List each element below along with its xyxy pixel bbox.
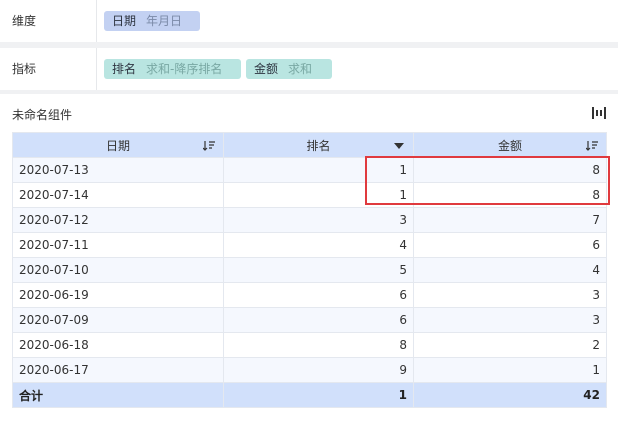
- field-name: 日期: [112, 14, 137, 28]
- cell-amount: 7: [413, 207, 607, 233]
- cell-amount: 2: [413, 332, 607, 358]
- column-header-amount[interactable]: 金额: [413, 132, 607, 158]
- column-label: 排名: [306, 138, 331, 153]
- cell-date: 2020-07-10: [12, 257, 224, 283]
- column-header-date[interactable]: 日期: [12, 132, 224, 158]
- cell-rank: 6: [223, 282, 414, 308]
- metric-field-amount[interactable]: 金额 求和: [246, 59, 332, 79]
- field-aggregation: 求和-降序排名: [146, 62, 223, 76]
- cell-rank: 1: [223, 157, 414, 183]
- chart-settings-icon[interactable]: [592, 107, 606, 119]
- dropdown-icon[interactable]: [393, 140, 405, 151]
- cell-date: 2020-06-19: [12, 282, 224, 308]
- table-row: 2020-07-12 3 7: [12, 207, 607, 233]
- cell-rank: 1: [223, 182, 414, 208]
- cell-amount: 8: [413, 182, 607, 208]
- total-row: 合计 1 42: [12, 382, 607, 408]
- cell-rank: 8: [223, 332, 414, 358]
- cell-rank: 5: [223, 257, 414, 283]
- widget-title: 未命名组件: [12, 108, 73, 122]
- column-header-rank[interactable]: 排名: [223, 132, 414, 158]
- total-rank: 1: [223, 382, 414, 408]
- cell-amount: 4: [413, 257, 607, 283]
- dimension-label: 维度: [12, 14, 37, 28]
- metric-field-rank[interactable]: 排名 求和-降序排名: [104, 59, 241, 79]
- cell-amount: 6: [413, 232, 607, 258]
- table-row: 2020-07-14 1 8: [12, 182, 607, 208]
- total-label: 合计: [12, 382, 224, 408]
- cell-date: 2020-07-14: [12, 182, 224, 208]
- cell-date: 2020-07-09: [12, 307, 224, 333]
- sort-icon[interactable]: [203, 140, 215, 151]
- table-row: 2020-07-11 4 6: [12, 232, 607, 258]
- field-name: 金额: [254, 62, 279, 76]
- cell-amount: 8: [413, 157, 607, 183]
- cell-amount: 1: [413, 357, 607, 383]
- table-row: 2020-06-18 8 2: [12, 332, 607, 358]
- divider: [96, 48, 97, 90]
- cell-date: 2020-07-12: [12, 207, 224, 233]
- total-amount: 42: [413, 382, 607, 408]
- table-row: 2020-06-17 9 1: [12, 357, 607, 383]
- table-row: 2020-07-10 5 4: [12, 257, 607, 283]
- data-table: 日期 排名 金额 2020-07-13 1 8 2020-07-14 1 8 2…: [12, 132, 607, 408]
- table-row: 2020-06-19 6 3: [12, 282, 607, 308]
- cell-rank: 9: [223, 357, 414, 383]
- column-label: 金额: [497, 138, 522, 153]
- metric-label: 指标: [12, 62, 37, 76]
- dimension-field-date[interactable]: 日期 年月日: [104, 11, 200, 31]
- header-row: 日期 排名 金额: [12, 132, 607, 158]
- divider: [96, 0, 97, 42]
- field-name: 排名: [112, 62, 137, 76]
- cell-rank: 3: [223, 207, 414, 233]
- cell-date: 2020-07-13: [12, 157, 224, 183]
- field-aggregation: 年月日: [146, 14, 183, 28]
- table-row: 2020-07-13 1 8: [12, 157, 607, 183]
- cell-date: 2020-06-17: [12, 357, 224, 383]
- cell-date: 2020-06-18: [12, 332, 224, 358]
- cell-amount: 3: [413, 282, 607, 308]
- cell-amount: 3: [413, 307, 607, 333]
- widget-panel: 未命名组件 日期 排名 金额 2020-07-13 1 8 2020-07-14…: [0, 94, 618, 423]
- column-label: 日期: [105, 138, 130, 153]
- cell-date: 2020-07-11: [12, 232, 224, 258]
- metric-bar: 指标 排名 求和-降序排名 金额 求和: [0, 48, 618, 90]
- field-aggregation: 求和: [288, 62, 313, 76]
- dimension-bar: 维度 日期 年月日: [0, 0, 618, 42]
- cell-rank: 4: [223, 232, 414, 258]
- table-row: 2020-07-09 6 3: [12, 307, 607, 333]
- cell-rank: 6: [223, 307, 414, 333]
- sort-icon[interactable]: [586, 140, 598, 151]
